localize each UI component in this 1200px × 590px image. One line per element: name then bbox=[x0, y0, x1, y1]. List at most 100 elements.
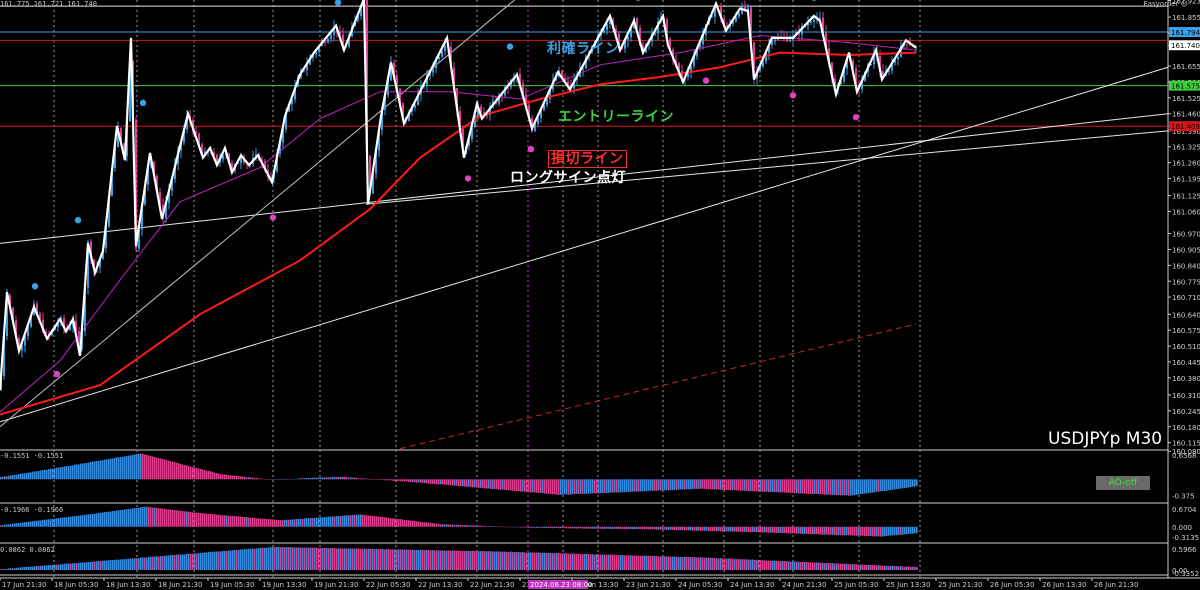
hist-bar bbox=[424, 550, 426, 570]
x-tick-label: 22 Jun 13:30 bbox=[418, 581, 462, 589]
hist-bar bbox=[620, 526, 622, 529]
hist-bar bbox=[648, 526, 650, 530]
hist-bar bbox=[152, 456, 154, 480]
hist-bar bbox=[488, 551, 490, 570]
hist-bar bbox=[720, 526, 722, 532]
hist-bar bbox=[422, 522, 424, 527]
hist-bar bbox=[174, 510, 176, 527]
hist-bar bbox=[12, 474, 14, 480]
hist-bar bbox=[664, 556, 666, 570]
indicator1-readout: -0.1551 -0.1551 bbox=[0, 452, 64, 460]
hist-bar bbox=[814, 526, 816, 535]
hist-bar bbox=[338, 515, 340, 527]
hist-bar bbox=[264, 478, 266, 480]
hist-bar bbox=[190, 466, 192, 480]
hist-bar bbox=[104, 459, 106, 480]
ao-off-button[interactable]: AO-off bbox=[1096, 476, 1150, 490]
hist-bar bbox=[304, 547, 306, 570]
hist-bar bbox=[124, 509, 126, 527]
hist-bar bbox=[856, 526, 858, 536]
hist-bar bbox=[56, 467, 58, 480]
hist-bar bbox=[102, 512, 104, 527]
hist-bar bbox=[574, 479, 576, 495]
hist-bar bbox=[292, 519, 294, 527]
hist-bar bbox=[816, 562, 818, 570]
hist-bar bbox=[392, 479, 394, 481]
hist-bar bbox=[466, 550, 468, 570]
hist-bar bbox=[572, 479, 574, 495]
hist-bar bbox=[776, 526, 778, 533]
hist-bar bbox=[18, 523, 20, 527]
hist-bar bbox=[164, 508, 166, 527]
hist-bar bbox=[196, 553, 198, 570]
hist-bar bbox=[420, 479, 422, 483]
hist-bar bbox=[458, 524, 460, 527]
hist-bar bbox=[624, 555, 626, 570]
hist-bar bbox=[432, 523, 434, 527]
hist-bar bbox=[24, 522, 26, 527]
hist-bar bbox=[740, 479, 742, 491]
hist-bar bbox=[14, 523, 16, 527]
hist-bar bbox=[502, 479, 504, 490]
hist-bar bbox=[580, 554, 582, 570]
hist-bar bbox=[246, 517, 248, 527]
price-tag-label: 161.575 bbox=[1171, 83, 1200, 91]
x-tick-label: 26 Jun 13:30 bbox=[1042, 581, 1086, 589]
hist-bar bbox=[834, 526, 836, 535]
hist-bar bbox=[494, 551, 496, 570]
hist-bar bbox=[862, 479, 864, 494]
hist-bar bbox=[238, 549, 240, 570]
hist-bar bbox=[262, 547, 264, 570]
hist-bar bbox=[78, 515, 80, 527]
hist-bar bbox=[314, 477, 316, 480]
hist-bar bbox=[428, 549, 430, 570]
hist-bar bbox=[786, 526, 788, 534]
hist-bar bbox=[710, 526, 712, 532]
hist-bar bbox=[380, 549, 382, 570]
hist-bar bbox=[522, 479, 524, 492]
hist-bar bbox=[520, 479, 522, 492]
hist-bar bbox=[874, 526, 876, 537]
hist-bar bbox=[692, 557, 694, 570]
hist-bar bbox=[418, 521, 420, 527]
hist-bar bbox=[580, 479, 582, 494]
hist-bar bbox=[444, 550, 446, 570]
hist-bar bbox=[302, 518, 304, 527]
chart-canvas[interactable]: 161.923161.855161.790161.740161.655161.5… bbox=[0, 0, 1200, 590]
hist-bar bbox=[868, 526, 870, 537]
hist-bar bbox=[574, 526, 576, 529]
hist-bar bbox=[748, 479, 750, 492]
hist-bar bbox=[784, 526, 786, 534]
hist-bar bbox=[752, 479, 754, 492]
easyorder-label[interactable]: Easyorder ☺ bbox=[1143, 0, 1188, 8]
hist-bar bbox=[368, 478, 370, 480]
hist-bar bbox=[752, 559, 754, 570]
hist-bar bbox=[244, 476, 246, 480]
hist-bar bbox=[468, 525, 470, 527]
hist-bar bbox=[662, 526, 664, 530]
hist-bar bbox=[882, 479, 884, 492]
y-tick-label: 160.380 bbox=[1172, 375, 1200, 383]
hist-bar bbox=[318, 477, 320, 480]
hist-bar bbox=[612, 526, 614, 529]
hist-bar bbox=[112, 510, 114, 527]
hist-bar bbox=[470, 550, 472, 570]
hist-bar bbox=[858, 479, 860, 495]
hist-bar bbox=[370, 479, 372, 480]
hist-bar bbox=[826, 562, 828, 570]
hist-bar bbox=[22, 473, 24, 480]
hist-bar bbox=[158, 458, 160, 480]
hist-bar bbox=[784, 479, 786, 493]
hist-bar bbox=[868, 564, 870, 570]
hist-bar bbox=[464, 550, 466, 570]
hist-bar bbox=[342, 548, 344, 570]
hist-bar bbox=[392, 549, 394, 570]
hist-bar bbox=[10, 475, 12, 480]
hist-bar bbox=[358, 514, 360, 527]
hist-bar bbox=[212, 514, 214, 527]
hist-bar bbox=[66, 466, 68, 480]
hist-bar bbox=[364, 548, 366, 570]
hist-bar bbox=[362, 514, 364, 527]
hist-bar bbox=[408, 549, 410, 570]
hist-bar bbox=[176, 554, 178, 570]
